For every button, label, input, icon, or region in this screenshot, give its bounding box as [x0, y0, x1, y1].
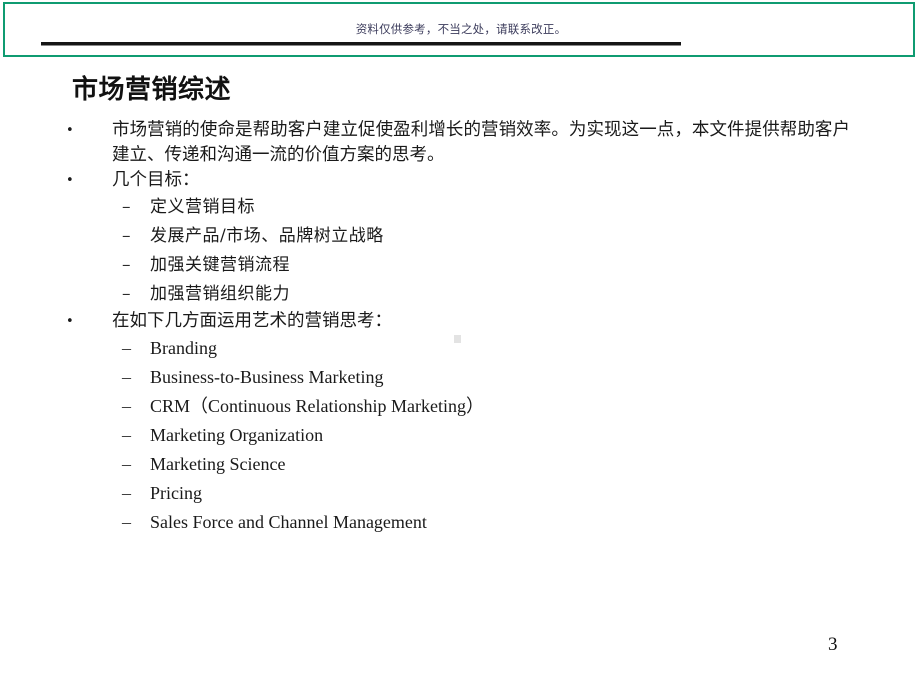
bullet-item: • 几个目标： [0, 168, 920, 193]
sub-bullet-text: Sales Force and Channel Management [150, 512, 427, 532]
sub-bullet-item: – 加强营销组织能力 [0, 280, 920, 309]
bullet-text: 市场营销的使命是帮助客户建立促使盈利增长的营销效率。为实现这一点，本文件提供帮助… [112, 120, 850, 165]
page-number: 3 [828, 634, 838, 655]
sub-bullet-item: – CRM（Continuous Relationship Marketing） [0, 392, 920, 421]
header-divider-rule [41, 42, 681, 46]
sub-bullet-text: Marketing Organization [150, 425, 324, 445]
header-disclaimer-note: 资料仅供参考，不当之处，请联系改正。 [355, 22, 567, 36]
dash-marker-icon: – [122, 338, 131, 358]
bullet-text: 在如下几方面运用艺术的营销思考： [112, 311, 392, 331]
body-content: • 市场营销的使命是帮助客户建立促使盈利增长的营销效率。为实现这一点，本文件提供帮… [0, 118, 920, 537]
sub-bullet-item: – Sales Force and Channel Management [0, 508, 920, 537]
sub-bullet-item: – 加强关键营销流程 [0, 251, 920, 280]
sub-bullet-item: – Pricing [0, 479, 920, 508]
sub-bullet-item: – 定义营销目标 [0, 193, 920, 222]
bullet-text: 几个目标： [112, 170, 200, 190]
dash-marker-icon: – [122, 396, 131, 416]
sub-bullet-item: – Marketing Science [0, 450, 920, 479]
sub-bullet-text: 定义营销目标 [150, 197, 255, 217]
bullet-item: • 市场营销的使命是帮助客户建立促使盈利增长的营销效率。为实现这一点，本文件提供帮… [0, 118, 920, 168]
dash-marker-icon: – [122, 284, 131, 304]
sub-bullet-text: Pricing [150, 483, 202, 503]
bullet-marker-icon: • [66, 123, 74, 138]
bullet-item: • 在如下几方面运用艺术的营销思考： [0, 309, 920, 334]
dash-marker-icon: – [122, 367, 131, 387]
dash-marker-icon: – [122, 197, 131, 217]
dash-marker-icon: – [122, 226, 131, 246]
sub-bullet-text: Business-to-Business Marketing [150, 367, 384, 387]
sub-bullet-text: Branding [150, 338, 217, 358]
slide-canvas: 资料仅供参考，不当之处，请联系改正。 市场营销综述 • 市场营销的使命是帮助客户建… [0, 0, 920, 690]
dash-marker-icon: – [122, 255, 131, 275]
dash-marker-icon: – [122, 454, 131, 474]
dash-marker-icon: – [122, 512, 131, 532]
sub-bullet-text: 发展产品/市场、品牌树立战略 [150, 226, 384, 246]
sub-bullet-item: – 发展产品/市场、品牌树立战略 [0, 222, 920, 251]
sub-bullet-item: – Marketing Organization [0, 421, 920, 450]
sub-bullet-item: – Business-to-Business Marketing [0, 363, 920, 392]
bullet-marker-icon: • [66, 314, 74, 329]
bullet-marker-icon: • [66, 173, 74, 188]
dash-marker-icon: – [122, 425, 131, 445]
sub-bullet-text: 加强营销组织能力 [150, 284, 290, 304]
header-band: 资料仅供参考，不当之处，请联系改正。 [3, 2, 915, 57]
page-title: 市场营销综述 [72, 75, 232, 105]
sub-bullet-text: 加强关键营销流程 [150, 255, 290, 275]
dash-marker-icon: – [122, 483, 131, 503]
sub-bullet-text: CRM（Continuous Relationship Marketing） [150, 396, 485, 416]
sub-bullet-text: Marketing Science [150, 454, 286, 474]
watermark-speck [454, 335, 461, 343]
